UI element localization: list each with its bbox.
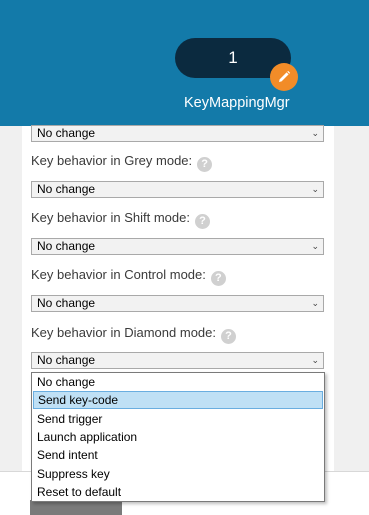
control-mode-select[interactable]: No change ⌄ bbox=[31, 295, 324, 312]
option-send-trigger[interactable]: Send trigger bbox=[33, 410, 323, 428]
app-name: KeyMappingMgr bbox=[184, 95, 290, 111]
help-icon[interactable]: ? bbox=[210, 271, 226, 286]
option-reset-to-default[interactable]: Reset to default bbox=[33, 483, 323, 501]
grey-mode-label: Key behavior in Grey mode:? bbox=[31, 153, 213, 172]
diamond-mode-options-list: No change Send key-code Send trigger Lau… bbox=[31, 372, 325, 502]
select-value: No change bbox=[37, 182, 96, 196]
option-send-intent[interactable]: Send intent bbox=[33, 446, 323, 464]
grey-mode-select[interactable]: No change ⌄ bbox=[31, 181, 324, 198]
shift-mode-select[interactable]: No change ⌄ bbox=[31, 238, 324, 255]
shift-mode-label: Key behavior in Shift mode:? bbox=[31, 210, 210, 229]
help-icon[interactable]: ? bbox=[221, 329, 236, 344]
chevron-down-icon: ⌄ bbox=[311, 355, 319, 365]
edit-button[interactable] bbox=[270, 63, 298, 91]
option-no-change[interactable]: No change bbox=[33, 373, 323, 391]
help-icon[interactable]: ? bbox=[197, 157, 213, 172]
app-header: 1 KeyMappingMgr bbox=[0, 0, 369, 126]
option-send-key-code[interactable]: Send key-code bbox=[33, 391, 323, 409]
default-mode-select[interactable]: No change ⌄ bbox=[31, 125, 324, 142]
chevron-down-icon: ⌄ bbox=[311, 241, 319, 251]
chevron-down-icon: ⌄ bbox=[311, 128, 319, 138]
option-launch-application[interactable]: Launch application bbox=[33, 428, 323, 446]
chevron-down-icon: ⌄ bbox=[311, 184, 319, 194]
bottom-button-partial[interactable] bbox=[30, 500, 122, 515]
select-value: No change bbox=[37, 296, 96, 310]
diamond-mode-select[interactable]: No change ⌄ bbox=[31, 352, 324, 369]
select-value: No change bbox=[37, 239, 96, 253]
select-value: No change bbox=[37, 353, 96, 367]
option-suppress-key[interactable]: Suppress key bbox=[33, 465, 323, 483]
chevron-down-icon: ⌄ bbox=[311, 298, 319, 308]
diamond-mode-label: Key behavior in Diamond mode:? bbox=[31, 325, 236, 344]
left-margin bbox=[0, 126, 22, 471]
right-margin bbox=[334, 126, 369, 471]
help-icon[interactable]: ? bbox=[194, 214, 210, 229]
select-value: No change bbox=[37, 126, 96, 140]
pencil-icon bbox=[279, 70, 291, 82]
control-mode-label: Key behavior in Control mode:? bbox=[31, 267, 226, 286]
